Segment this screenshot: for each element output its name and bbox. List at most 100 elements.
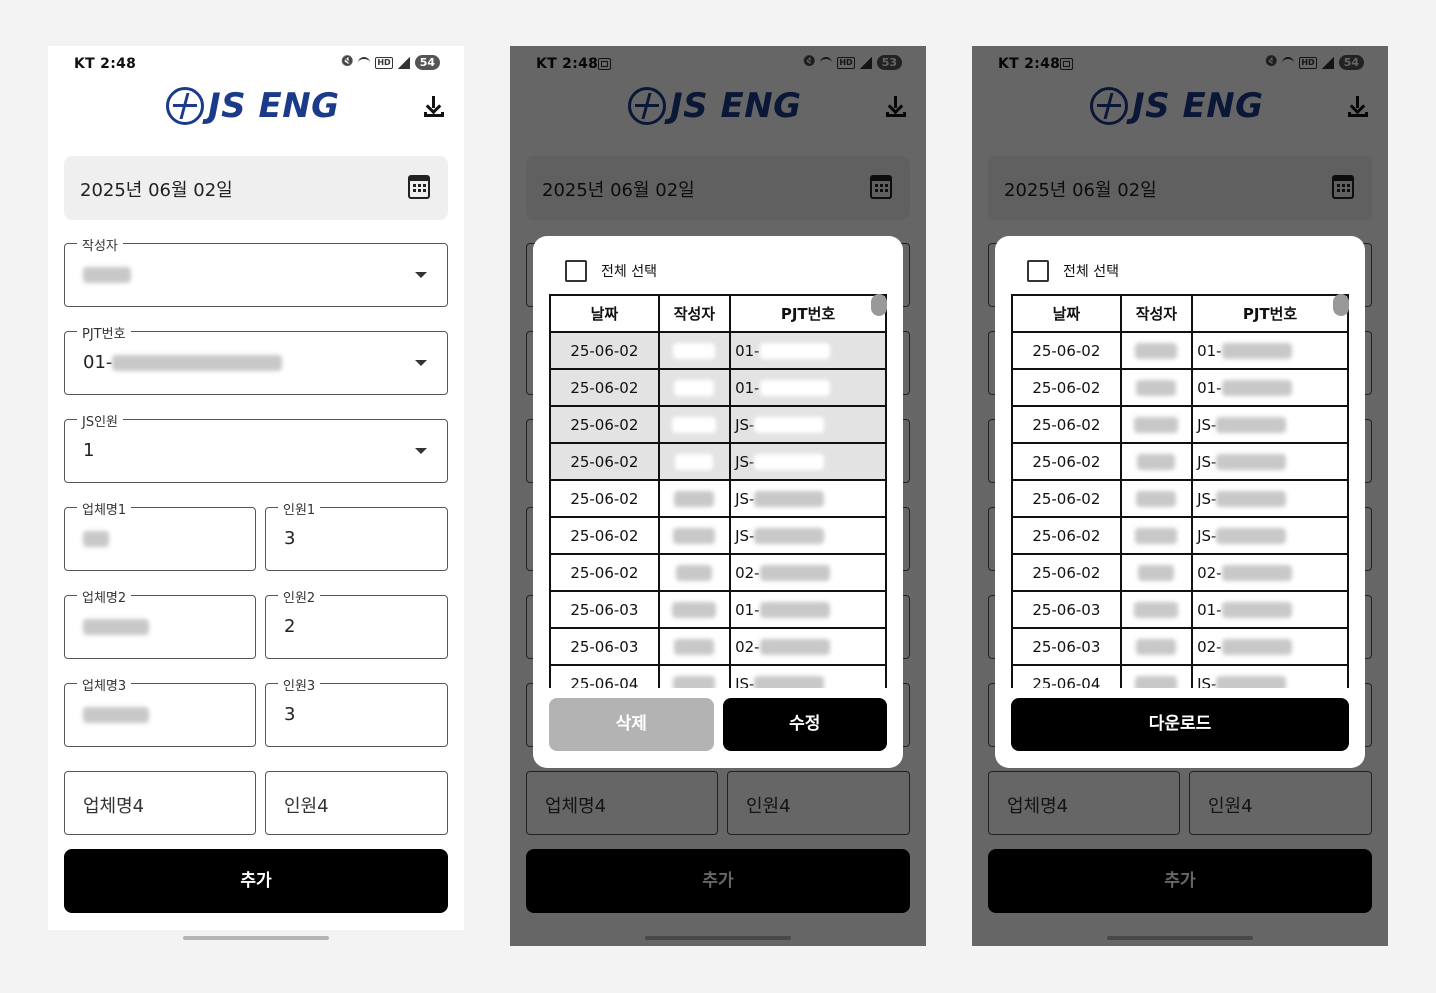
redacted-value: [1216, 676, 1287, 688]
table-row[interactable]: 25-06-04 JS-: [1011, 664, 1349, 688]
cell-writer: [1119, 479, 1194, 518]
table-row[interactable]: 25-06-02 JS-: [549, 405, 887, 444]
company4-field[interactable]: 업체명4: [64, 771, 256, 835]
cell-writer: [657, 627, 732, 666]
staff2-field[interactable]: 인원2 2: [265, 587, 448, 659]
company2-field[interactable]: 업체명2: [64, 587, 256, 659]
table-row[interactable]: 25-06-03 02-: [549, 627, 887, 666]
column-header-date: 날짜: [549, 294, 660, 333]
select-all-checkbox[interactable]: [1027, 260, 1049, 282]
add-button[interactable]: 추가: [64, 849, 448, 913]
table-row[interactable]: 25-06-03 01-: [1011, 590, 1349, 629]
chevron-down-icon[interactable]: [415, 448, 427, 454]
table-row[interactable]: 25-06-03 02-: [1011, 627, 1349, 666]
pjt-prefix: 02-: [735, 637, 760, 656]
select-all-row[interactable]: 전체 선택: [565, 260, 657, 282]
pjt-prefix: 02-: [1197, 637, 1222, 656]
cell-date: 25-06-03: [1011, 590, 1122, 629]
chevron-down-icon[interactable]: [415, 360, 427, 366]
download-button[interactable]: 다운로드: [1011, 698, 1349, 751]
modal-action-buttons: 삭제 수정: [549, 698, 887, 751]
cell-pjt: JS-: [729, 664, 887, 689]
redacted-value: [1216, 528, 1287, 544]
column-header-pjt: PJT번호: [729, 294, 887, 333]
cell-pjt: 01-: [729, 331, 887, 370]
redacted-value: [759, 343, 830, 359]
status-bar: KT 2:48 HD 54: [48, 54, 464, 76]
select-all-checkbox[interactable]: [565, 260, 587, 282]
cell-date: 25-06-04: [549, 664, 660, 688]
table-row[interactable]: 25-06-02 JS-: [549, 442, 887, 481]
table-header-row: 날짜 작성자 PJT번호: [1011, 294, 1349, 333]
pjt-prefix: 01-: [735, 600, 760, 619]
cell-date: 25-06-03: [549, 627, 660, 666]
writer-value: [83, 264, 131, 285]
staff1-field[interactable]: 인원1 3: [265, 499, 448, 571]
cell-writer: [1119, 405, 1194, 444]
table-row[interactable]: 25-06-02 01-: [549, 368, 887, 407]
cell-writer: [657, 553, 732, 592]
cell-date: 25-06-02: [549, 479, 660, 518]
record-table-container[interactable]: 날짜 작성자 PJT번호 25-06-02 01- 25-06-02 01- 25-06…: [1011, 294, 1349, 688]
table-row[interactable]: 25-06-02 JS-: [1011, 405, 1349, 444]
cell-pjt: 01-: [1191, 590, 1349, 629]
writer-select[interactable]: 작성자: [64, 235, 448, 307]
redacted-value: [754, 454, 825, 470]
pjt-prefix: 01-: [1197, 378, 1222, 397]
company1-value: [83, 528, 109, 549]
table-row[interactable]: 25-06-02 01-: [1011, 331, 1349, 370]
cell-date: 25-06-02: [549, 331, 660, 370]
staff4-placeholder: 인원4: [284, 796, 329, 817]
hd-icon: HD: [375, 56, 393, 69]
scrollbar-thumb[interactable]: [871, 294, 887, 316]
edit-button[interactable]: 수정: [722, 698, 887, 751]
company3-field[interactable]: 업체명3: [64, 675, 256, 747]
cell-date: 25-06-02: [549, 405, 660, 444]
pjt-select[interactable]: PJT번호 01-: [64, 323, 448, 395]
cell-pjt: JS-: [1191, 442, 1349, 481]
scrollbar-thumb[interactable]: [1333, 294, 1349, 316]
record-table-container[interactable]: 날짜 작성자 PJT번호 25-06-02 01- 25-06-02 01- 25-06…: [549, 294, 887, 688]
date-picker[interactable]: 2025년 06월 02일: [64, 156, 448, 220]
js-staff-select[interactable]: JS인원 1: [64, 411, 448, 483]
cell-writer: [1119, 331, 1194, 370]
redacted-value: [754, 417, 825, 433]
pjt-prefix: JS-: [735, 526, 755, 545]
redacted-value: [676, 565, 713, 581]
redacted-value: [1136, 639, 1177, 655]
table-row[interactable]: 25-06-02 JS-: [549, 479, 887, 518]
select-all-row[interactable]: 전체 선택: [1027, 260, 1119, 282]
cell-pjt: 02-: [1191, 627, 1349, 666]
table-row[interactable]: 25-06-02 JS-: [1011, 442, 1349, 481]
table-row[interactable]: 25-06-02 01-: [1011, 368, 1349, 407]
status-icons: HD 54: [341, 55, 440, 70]
pjt-prefix: JS-: [1197, 526, 1217, 545]
table-row[interactable]: 25-06-02 01-: [549, 331, 887, 370]
staff3-field[interactable]: 인원3 3: [265, 675, 448, 747]
table-header-row: 날짜 작성자 PJT번호: [549, 294, 887, 333]
redacted-value: [754, 528, 825, 544]
staff4-field[interactable]: 인원4: [265, 771, 448, 835]
staff1-value: 3: [284, 528, 296, 549]
delete-button[interactable]: 삭제: [549, 698, 714, 751]
calendar-icon[interactable]: [408, 175, 430, 199]
table-row[interactable]: 25-06-02 02-: [1011, 553, 1349, 592]
table-row[interactable]: 25-06-02 JS-: [1011, 516, 1349, 555]
redacted-value: [674, 639, 715, 655]
js-staff-label: JS인원: [77, 411, 124, 430]
cell-date: 25-06-02: [549, 442, 660, 481]
pjt-prefix: JS-: [735, 674, 755, 689]
pjt-prefix: JS-: [735, 489, 755, 508]
mute-icon: [341, 57, 353, 69]
redacted-value: [1221, 602, 1292, 618]
table-row[interactable]: 25-06-03 01-: [549, 590, 887, 629]
redacted-value: [673, 676, 716, 688]
table-row[interactable]: 25-06-02 JS-: [549, 516, 887, 555]
table-row[interactable]: 25-06-04 JS-: [549, 664, 887, 689]
pjt-prefix: 01-: [1197, 600, 1222, 619]
table-row[interactable]: 25-06-02 02-: [549, 553, 887, 592]
redacted-value: [759, 602, 830, 618]
table-row[interactable]: 25-06-02 JS-: [1011, 479, 1349, 518]
company1-field[interactable]: 업체명1: [64, 499, 256, 571]
chevron-down-icon[interactable]: [415, 272, 427, 278]
